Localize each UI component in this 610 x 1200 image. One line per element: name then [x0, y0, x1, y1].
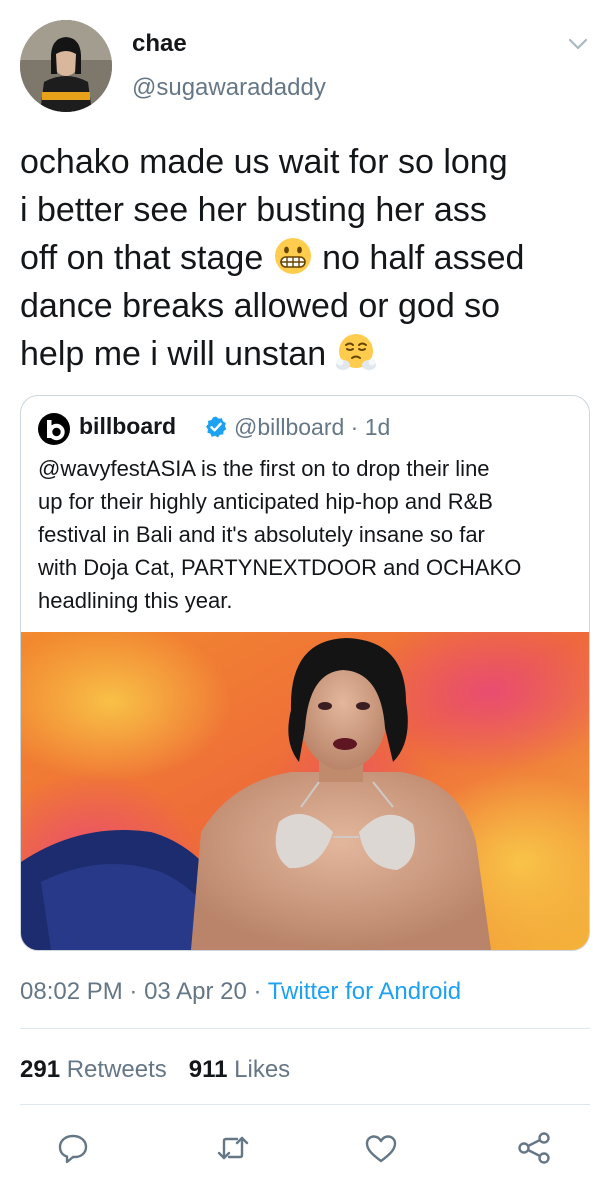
- quoted-display-name[interactable]: billboard: [79, 413, 176, 440]
- quoted-handle-text[interactable]: @billboard: [234, 414, 344, 440]
- separator-dot: ·: [246, 978, 268, 1005]
- tweet-text: ochako made us wait for so long i better…: [20, 138, 590, 378]
- tweet: chae @sugawaradaddy ochako made us wait …: [0, 0, 610, 1200]
- likes-stat[interactable]: 911 Likes: [189, 1056, 290, 1083]
- quoted-tweet-text: @wavyfestASIA is the first on to drop th…: [38, 452, 578, 617]
- tweet-line: i better see her busting her ass: [20, 191, 487, 229]
- retweets-stat[interactable]: 291 Retweets: [20, 1056, 167, 1083]
- separator-dot: ·: [122, 978, 145, 1005]
- quoted-line: up for their highly anticipated hip-hop …: [38, 489, 493, 514]
- retweet-icon[interactable]: [213, 1128, 253, 1168]
- avatar[interactable]: [20, 20, 112, 112]
- quoted-timestamp[interactable]: 1d: [365, 414, 391, 440]
- tweet-line-part: help me i will unstan: [20, 335, 327, 373]
- likes-count: 911: [188, 1056, 228, 1083]
- tweet-timestamp: 08:02 PM · 03 Apr 20 · Twitter for Andro…: [20, 978, 461, 1006]
- billboard-logo-icon: [38, 413, 70, 445]
- quoted-line: @wavyfestASIA is the first on to drop th…: [38, 456, 490, 481]
- tweet-line: ochako made us wait for so long: [20, 143, 508, 181]
- action-bar: [0, 1128, 610, 1168]
- quoted-media-image[interactable]: [21, 632, 589, 950]
- source-link[interactable]: Twitter for Android: [268, 978, 461, 1005]
- tweet-line-part: off on that stage: [20, 239, 264, 277]
- separator-dot: ·: [344, 414, 365, 440]
- quoted-line: with Doja Cat, PARTYNEXTDOOR and OCHAKO: [38, 555, 522, 580]
- tweet-line-part: no half assed: [322, 239, 525, 277]
- tweet-stats: 291 Retweets 911 Likes: [20, 1056, 290, 1084]
- tweet-line: help me i will unstan: [20, 330, 590, 378]
- username-handle[interactable]: @sugawaradaddy: [132, 74, 326, 102]
- likes-label: Likes: [234, 1056, 291, 1083]
- display-name[interactable]: chae: [132, 30, 187, 58]
- retweets-count: 291: [20, 1056, 61, 1083]
- tweet-line: off on that stage no half assed: [20, 234, 590, 282]
- quoted-handle: @billboard · 1d: [234, 414, 390, 441]
- quoted-line: headlining this year.: [38, 588, 233, 613]
- like-icon[interactable]: [361, 1128, 401, 1168]
- reply-icon[interactable]: [53, 1128, 93, 1168]
- tweet-line: dance breaks allowed or god so: [20, 287, 501, 325]
- grimacing-face-icon: [273, 236, 313, 276]
- retweets-label: Retweets: [66, 1056, 167, 1083]
- tweet-time: 08:02 PM: [20, 978, 123, 1005]
- divider: [20, 1028, 590, 1029]
- face-with-steam-from-nose-icon: [335, 332, 376, 372]
- divider: [20, 1104, 590, 1105]
- chevron-down-icon[interactable]: [566, 34, 590, 54]
- share-icon[interactable]: [514, 1128, 554, 1168]
- verified-badge-icon: [204, 415, 228, 439]
- tweet-date: 03 Apr 20: [144, 978, 247, 1005]
- quoted-tweet[interactable]: billboard @billboard · 1d @wavyfestASIA …: [20, 395, 590, 951]
- quoted-line: festival in Bali and it's absolutely ins…: [38, 522, 485, 547]
